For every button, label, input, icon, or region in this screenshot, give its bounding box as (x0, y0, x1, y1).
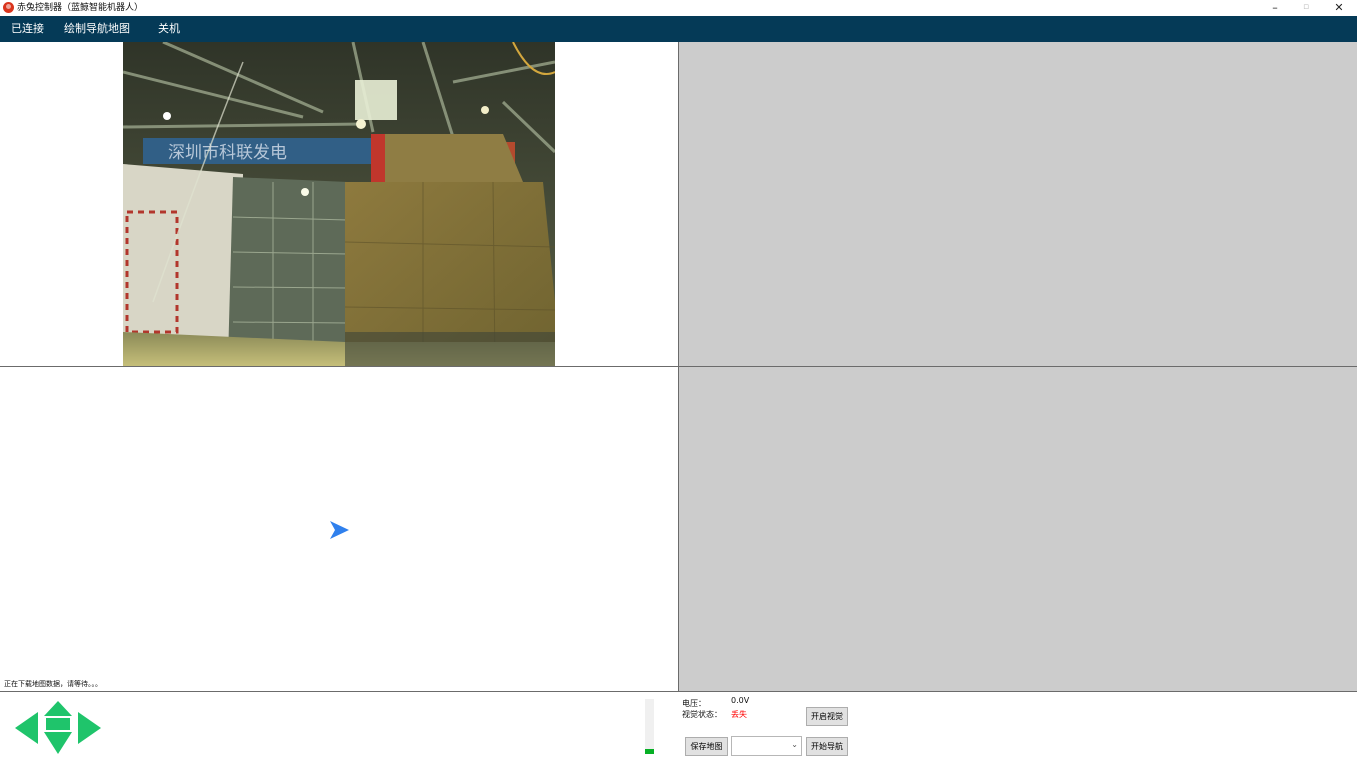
voltage-level-fill (645, 748, 654, 754)
arrow-up-button[interactable] (44, 701, 72, 716)
view-pane-top-right (678, 42, 1357, 367)
voltage-level-bar (645, 699, 654, 754)
menu-item-shutdown[interactable]: 关机 (158, 16, 180, 42)
vertical-divider (678, 42, 679, 692)
chevron-down-icon: ⌄ (791, 740, 798, 749)
arrow-right-button[interactable] (78, 712, 101, 744)
voltage-label: 电压： (682, 699, 706, 708)
menu-item-connected[interactable]: 已连接 (11, 16, 44, 42)
map-select-dropdown[interactable]: ⌄ (731, 736, 802, 756)
voltage-value: 0.0V (731, 696, 750, 705)
window-title: 赤兔控制器（蓝鲸智能机器人） (17, 3, 144, 13)
menu-bar: 已连接 绘制导航地图 关机 (0, 16, 1357, 42)
dpad-center (46, 718, 70, 730)
minimize-button[interactable]: – (1260, 0, 1290, 16)
map-status-message: 正在下载地图数据，请等待。。。 (4, 680, 102, 688)
open-vision-button[interactable]: 开启视觉 (806, 707, 848, 726)
start-navigation-button[interactable]: 开始导航 (806, 737, 848, 756)
camera-banner-text: 深圳市科联发电 (168, 143, 287, 163)
save-map-button[interactable]: 保存地图 (685, 737, 728, 756)
app-logo-icon (3, 2, 14, 13)
robot-position-arrow-icon (330, 521, 349, 539)
close-button[interactable]: ✕ (1324, 0, 1354, 16)
camera-feed-image: 深圳市科联发电 (123, 42, 555, 367)
maximize-button[interactable]: ▫ (1291, 0, 1321, 16)
arrow-down-button[interactable] (44, 732, 72, 754)
arrow-left-button[interactable] (15, 712, 38, 744)
vision-status-label: 视觉状态： (682, 710, 722, 719)
direction-pad (15, 701, 101, 754)
menu-item-draw-nav-map[interactable]: 绘制导航地图 (64, 16, 130, 42)
view-pane-bottom-right (678, 367, 1357, 692)
title-bar: 赤兔控制器（蓝鲸智能机器人） – ▫ ✕ (0, 0, 1357, 16)
vision-status-value: 丢失 (731, 710, 747, 719)
